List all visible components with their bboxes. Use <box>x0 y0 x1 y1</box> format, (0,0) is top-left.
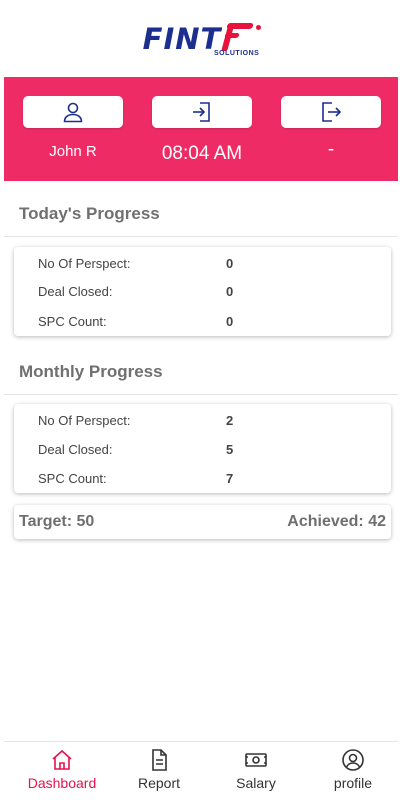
document-icon <box>152 749 167 771</box>
nav-label: Report <box>137 775 181 791</box>
user-icon <box>63 102 83 123</box>
divider <box>4 236 398 237</box>
brand-logo: FINT SOLUTIONS <box>142 19 262 59</box>
nav-report[interactable]: Report <box>114 748 204 791</box>
stat-label: Deal Closed: <box>38 284 113 299</box>
check-out-button[interactable] <box>281 96 381 128</box>
today-progress-card: No Of Perspect: 0 Deal Closed: 0 SPC Cou… <box>14 247 391 336</box>
brand-logo-dot <box>256 24 262 30</box>
money-icon <box>245 753 267 767</box>
stat-label: Deal Closed: <box>38 442 113 457</box>
divider <box>4 394 398 395</box>
attendance-panel: John R 08:04 AM - <box>4 77 398 181</box>
stat-value: 7 <box>226 471 234 486</box>
stat-label: No Of Perspect: <box>38 413 131 428</box>
nav-dashboard[interactable]: Dashboard <box>17 748 107 791</box>
stat-value: 5 <box>226 442 234 457</box>
brand-logo-mark <box>221 22 257 53</box>
stat-label: SPC Count: <box>38 314 107 329</box>
stat-label: SPC Count: <box>38 471 107 486</box>
stat-value: 0 <box>226 256 234 271</box>
nav-salary[interactable]: Salary <box>211 748 301 791</box>
user-name: John R <box>49 143 97 160</box>
check-in-button[interactable] <box>152 96 252 128</box>
brand-subtitle: SOLUTIONS <box>213 49 260 57</box>
stat-value: 0 <box>226 284 234 299</box>
login-icon <box>193 102 210 122</box>
nav-label: Dashboard <box>27 775 97 791</box>
check-out-time: - <box>327 139 335 160</box>
profile-button[interactable] <box>23 96 123 128</box>
today-progress-title: Today's Progress <box>19 204 160 223</box>
bottom-nav: Dashboard Report Salary profile <box>4 741 398 800</box>
user-circle-icon <box>342 749 364 771</box>
achieved-value: Achieved: 42 <box>287 513 386 530</box>
target-value: Target: 50 <box>19 513 95 530</box>
nav-profile[interactable]: profile <box>308 748 398 791</box>
target-summary: Target: 50 Achieved: 42 <box>14 505 391 539</box>
monthly-progress-card: No Of Perspect: 2 Deal Closed: 5 SPC Cou… <box>14 404 391 493</box>
nav-label: Salary <box>236 775 276 791</box>
stat-label: No Of Perspect: <box>38 256 131 271</box>
app-header: FINT SOLUTIONS <box>0 0 400 77</box>
stat-value: 0 <box>226 314 234 329</box>
logout-icon <box>322 102 342 122</box>
home-icon <box>52 749 72 770</box>
brand-name: FINT <box>142 21 222 56</box>
monthly-progress-title: Monthly Progress <box>19 362 163 381</box>
nav-label: profile <box>333 775 373 791</box>
check-in-time: 08:04 AM <box>161 143 243 164</box>
stat-value: 2 <box>226 413 234 428</box>
